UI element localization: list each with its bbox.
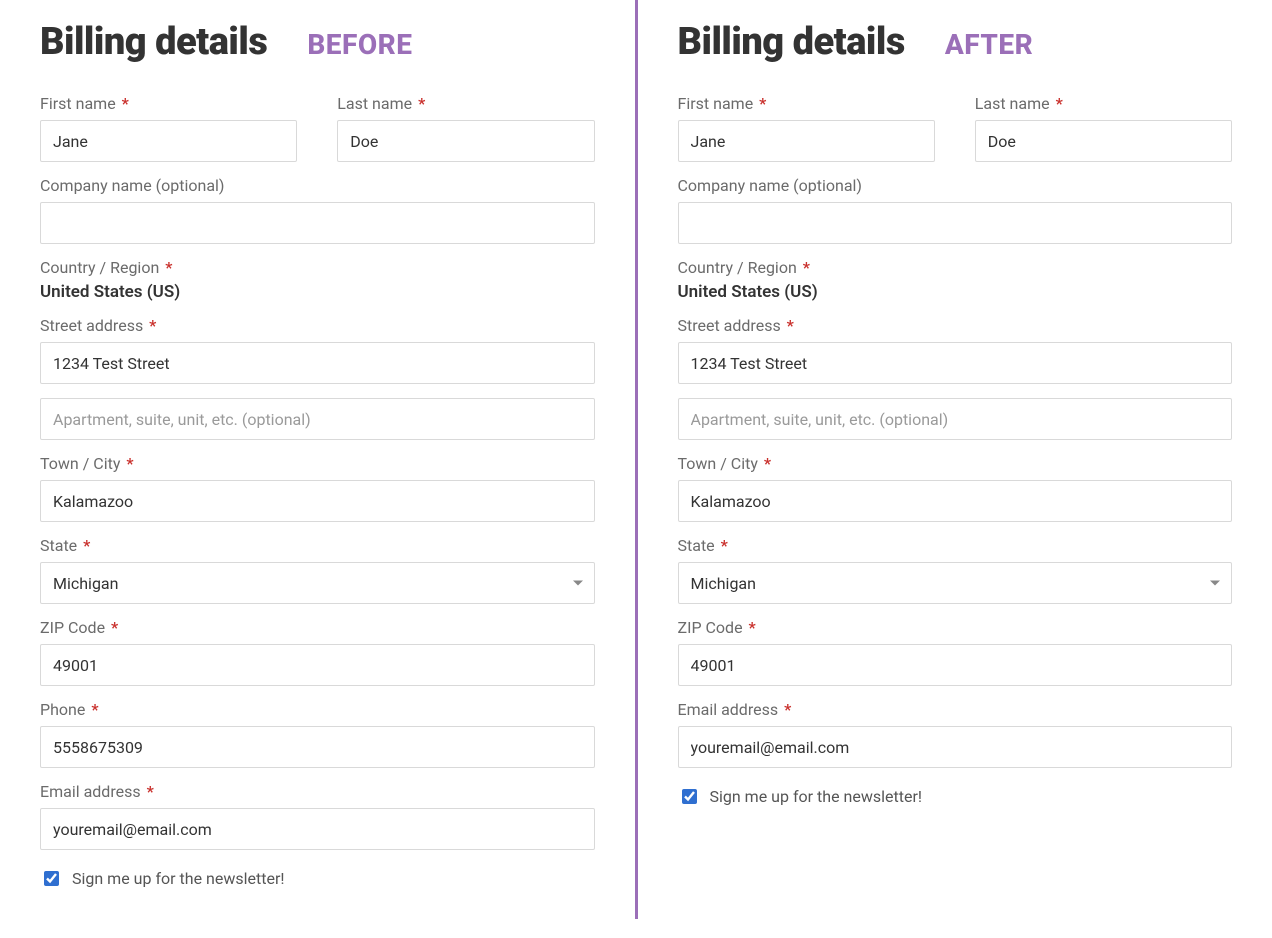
required-marker: * [803, 258, 810, 277]
phone-field[interactable] [40, 726, 595, 768]
country-value: United States (US) [40, 282, 595, 302]
email-label: Email address * [40, 782, 595, 801]
last-name-label: Last name * [975, 94, 1232, 113]
country-label: Country / Region * [40, 258, 595, 277]
billing-panel-before: Billing details BEFORE First name * Last… [0, 0, 638, 919]
required-marker: * [83, 536, 90, 555]
last-name-field[interactable] [337, 120, 594, 162]
required-marker: * [787, 316, 794, 335]
email-label: Email address * [678, 700, 1233, 719]
required-marker: * [784, 700, 791, 719]
newsletter-checkbox[interactable] [682, 789, 697, 804]
required-marker: * [165, 258, 172, 277]
company-field[interactable] [40, 202, 595, 244]
state-select[interactable]: Michigan [40, 562, 595, 604]
street-label: Street address * [678, 316, 1233, 335]
required-marker: * [418, 94, 425, 113]
street2-field[interactable] [40, 398, 595, 440]
zip-label: ZIP Code * [678, 618, 1233, 637]
city-label: Town / City * [678, 454, 1233, 473]
last-name-label: Last name * [337, 94, 594, 113]
required-marker: * [91, 700, 98, 719]
country-value: United States (US) [678, 282, 1233, 302]
billing-title: Billing details [678, 20, 905, 64]
newsletter-checkbox[interactable] [44, 871, 59, 886]
after-tag: AFTER [945, 28, 1033, 61]
billing-panel-after: Billing details AFTER First name * Last … [638, 0, 1272, 919]
newsletter-label: Sign me up for the newsletter! [710, 787, 923, 806]
first-name-label: First name * [40, 94, 297, 113]
chevron-down-icon [573, 581, 583, 586]
zip-label: ZIP Code * [40, 618, 595, 637]
before-tag: BEFORE [307, 28, 412, 61]
first-name-label: First name * [678, 94, 935, 113]
phone-label: Phone * [40, 700, 595, 719]
city-field[interactable] [678, 480, 1233, 522]
zip-field[interactable] [40, 644, 595, 686]
last-name-field[interactable] [975, 120, 1232, 162]
required-marker: * [764, 454, 771, 473]
billing-title: Billing details [40, 20, 267, 64]
street-field[interactable] [678, 342, 1233, 384]
required-marker: * [1056, 94, 1063, 113]
company-label: Company name (optional) [40, 176, 595, 195]
newsletter-label: Sign me up for the newsletter! [72, 869, 285, 888]
first-name-field[interactable] [40, 120, 297, 162]
required-marker: * [749, 618, 756, 637]
street-field[interactable] [40, 342, 595, 384]
street-label: Street address * [40, 316, 595, 335]
required-marker: * [126, 454, 133, 473]
email-field[interactable] [678, 726, 1233, 768]
state-label: State * [40, 536, 595, 555]
required-marker: * [759, 94, 766, 113]
required-marker: * [147, 782, 154, 801]
zip-field[interactable] [678, 644, 1233, 686]
email-field[interactable] [40, 808, 595, 850]
city-label: Town / City * [40, 454, 595, 473]
chevron-down-icon [1210, 581, 1220, 586]
country-label: Country / Region * [678, 258, 1233, 277]
city-field[interactable] [40, 480, 595, 522]
required-marker: * [111, 618, 118, 637]
state-label: State * [678, 536, 1233, 555]
street2-field[interactable] [678, 398, 1233, 440]
required-marker: * [149, 316, 156, 335]
required-marker: * [122, 94, 129, 113]
company-field[interactable] [678, 202, 1233, 244]
required-marker: * [721, 536, 728, 555]
first-name-field[interactable] [678, 120, 935, 162]
state-select[interactable]: Michigan [678, 562, 1233, 604]
company-label: Company name (optional) [678, 176, 1233, 195]
